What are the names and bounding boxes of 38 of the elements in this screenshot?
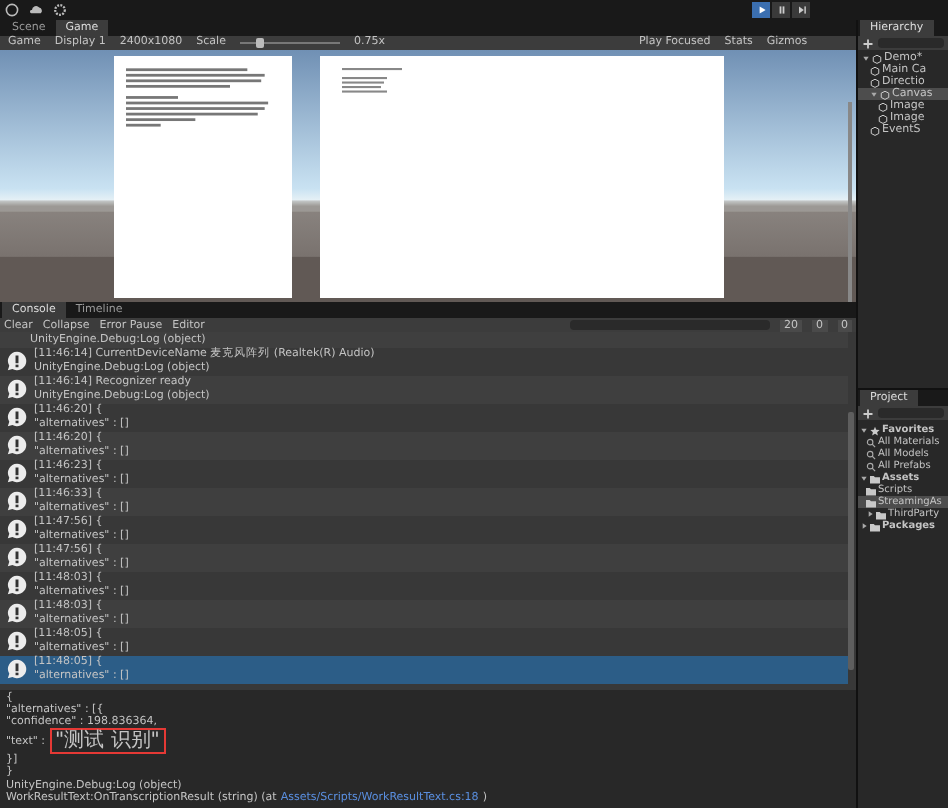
account-icon[interactable] — [4, 2, 20, 18]
message-icon — [6, 602, 28, 624]
message-icon — [6, 462, 28, 484]
message-icon — [6, 378, 28, 400]
message-icon — [6, 350, 28, 372]
expand-arrow-icon[interactable] — [860, 426, 868, 434]
expand-arrow-icon[interactable] — [860, 474, 868, 482]
search-field[interactable] — [878, 408, 944, 418]
message-icon — [6, 490, 28, 512]
expand-arrow-icon[interactable] — [860, 522, 868, 530]
expand-arrow-icon[interactable] — [870, 90, 878, 98]
settings-icon[interactable] — [52, 2, 68, 18]
cloud-icon[interactable] — [28, 2, 44, 18]
message-icon — [6, 574, 28, 596]
scrollbar[interactable] — [848, 102, 852, 302]
scrollbar[interactable] — [848, 412, 854, 670]
add-icon[interactable] — [862, 407, 874, 419]
text-lines-drawing — [342, 68, 402, 98]
search-field[interactable] — [878, 38, 944, 48]
message-icon — [6, 518, 28, 540]
play-button[interactable] — [752, 2, 770, 18]
pause-icon — [775, 4, 787, 16]
play-icon — [755, 4, 767, 16]
expand-arrow-icon[interactable] — [866, 510, 874, 518]
search-field[interactable] — [570, 320, 770, 330]
step-button[interactable] — [792, 2, 810, 18]
message-icon — [6, 406, 28, 428]
step-icon — [795, 4, 807, 16]
add-icon[interactable] — [862, 37, 874, 49]
message-icon — [6, 658, 28, 680]
pause-button[interactable] — [772, 2, 790, 18]
star-icon — [870, 425, 880, 435]
message-icon — [6, 546, 28, 568]
expand-arrow-icon[interactable] — [862, 54, 870, 62]
highlighted-text: "测试 识别" — [49, 728, 166, 755]
message-icon — [6, 434, 28, 456]
slider-thumb[interactable] — [255, 38, 264, 48]
message-icon — [6, 630, 28, 652]
